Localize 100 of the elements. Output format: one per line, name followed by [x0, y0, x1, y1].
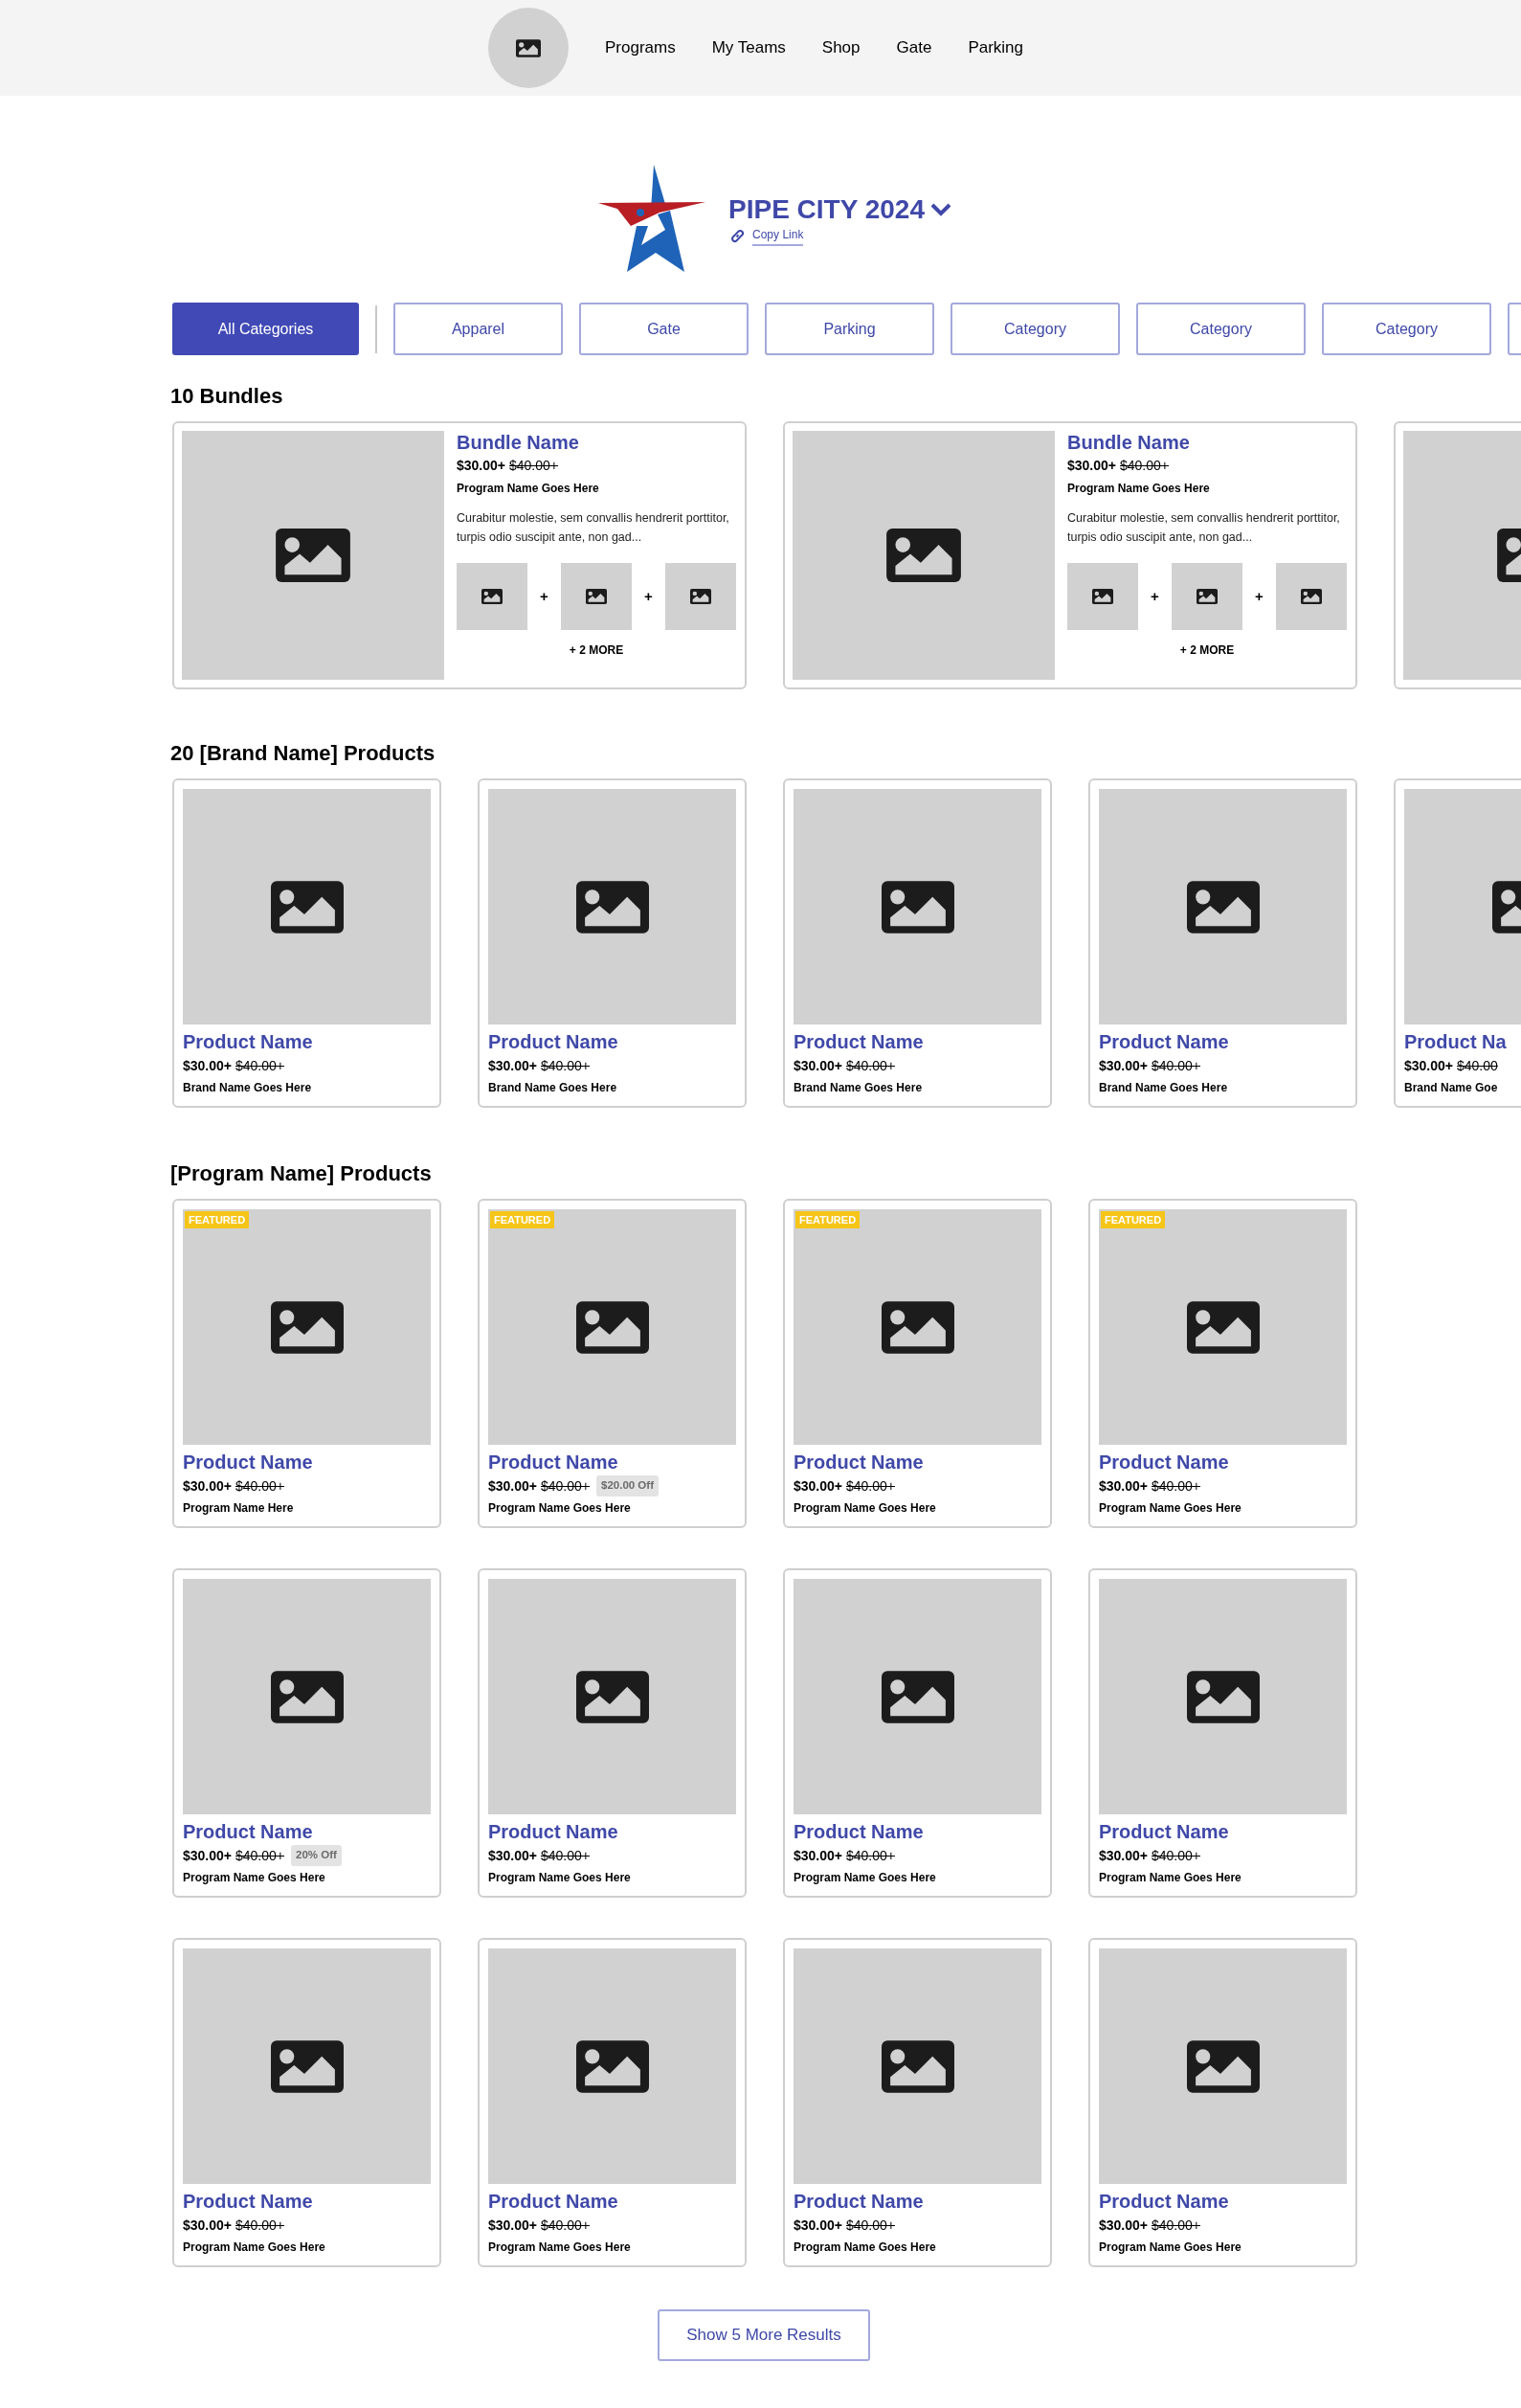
price: $30.00+ — [1099, 1846, 1148, 1865]
category-tab[interactable]: All Categories — [172, 303, 359, 355]
nav-link[interactable]: My Teams — [711, 35, 786, 60]
plus-sign: + — [540, 586, 548, 606]
product-card[interactable]: Product Name $30.00+ $40.00+ Program Name Goes Here — [1088, 1568, 1357, 1898]
product-card[interactable]: FEATURED Product Name $30.00+ $40.00+ Program Name Here — [172, 1199, 441, 1528]
image-icon — [1092, 589, 1113, 604]
program-name: Program Name Goes Here — [1099, 2239, 1242, 2256]
nav-link[interactable]: Shop — [821, 35, 861, 60]
category-tab[interactable]: Apparel — [393, 303, 563, 355]
discount-badge: $20.00 Off — [596, 1475, 659, 1497]
product-card[interactable]: Product Name $30.00+ $40.00+ Brand Name Goes Here — [783, 778, 1052, 1108]
product-card[interactable]: FEATURED Product Name $30.00+ $40.00+ $20.00 Off Program Name Goes Here — [478, 1199, 747, 1528]
bundle-name[interactable]: Bundle Name — [1067, 431, 1347, 454]
product-name[interactable]: Product Name — [794, 1820, 1041, 1843]
image-icon — [881, 2039, 954, 2093]
copy-link[interactable]: Copy Link — [752, 226, 804, 246]
price: $30.00+ — [1404, 1056, 1453, 1075]
category-tab[interactable]: Category — [951, 303, 1120, 355]
product-card[interactable]: Product Name $30.00+ $40.00+ Program Name Goes Here — [478, 1568, 747, 1898]
original-price: $40.00+ — [541, 2216, 590, 2235]
original-price: $40.00+ — [541, 1056, 590, 1075]
original-price: $40.00+ — [1152, 1476, 1200, 1496]
program-name: Brand Name Goes Here — [488, 1080, 618, 1096]
program-name: Program Name Goes Here — [183, 2239, 326, 2256]
product-name[interactable]: Product Name — [488, 1030, 736, 1053]
category-tab[interactable]: Category — [1136, 303, 1306, 355]
nav-link[interactable]: Parking — [968, 35, 1023, 60]
product-card[interactable]: FEATURED Product Name $30.00+ $40.00+ Program Name Goes Here — [783, 1199, 1052, 1528]
featured-badge: FEATURED — [795, 1211, 861, 1228]
image-icon — [886, 529, 961, 582]
program-name: Program Name Here — [183, 1500, 295, 1517]
image-icon — [575, 880, 649, 934]
product-name[interactable]: Product Name — [1099, 1030, 1347, 1053]
original-price: $40.00+ — [846, 2216, 895, 2235]
original-price: $40.00+ — [235, 1476, 284, 1496]
show-more-button[interactable]: Show 5 More Results — [658, 2309, 870, 2361]
product-name[interactable]: Product Name — [183, 1030, 431, 1053]
program-name: Program Name Goes Here — [183, 1870, 326, 1886]
product-card[interactable]: Product Name $30.00+ $40.00+ Brand Name Goes Here — [1088, 778, 1357, 1108]
product-name[interactable]: Product Name — [183, 1820, 431, 1843]
bundle-card[interactable]: Bundle Name $30.00+ $40.00+ Program Name Goes Here Curabitur molestie, sem convallis hendrerit porttitor, turpis odio suscipit ante, non gad... + + + 2 MORE — [783, 421, 1357, 689]
program-name: Program Name Goes Here — [488, 2239, 632, 2256]
original-price: $40.00+ — [235, 1056, 284, 1075]
original-price: $40.00+ — [235, 2216, 284, 2235]
nav-link[interactable]: Gate — [896, 35, 932, 60]
nav-link[interactable]: Programs — [604, 35, 676, 60]
image-icon — [515, 38, 541, 57]
bundle-name[interactable]: Bundle Name — [457, 431, 736, 454]
original-price: $40.00+ — [1152, 1056, 1200, 1075]
price: $30.00+ — [794, 1476, 842, 1496]
image-icon — [1197, 589, 1218, 604]
image-icon — [270, 1670, 344, 1723]
category-tab[interactable]: Gate — [579, 303, 749, 355]
price: $30.00+ — [488, 1846, 537, 1865]
section-heading: 10 Bundles — [170, 383, 284, 410]
event-title: PIPE CITY 2024 — [728, 193, 925, 226]
product-card[interactable]: Product Name $30.00+ $40.00+ Program Name Goes Here — [1088, 1938, 1357, 2267]
product-name[interactable]: Product Name — [1099, 1820, 1347, 1843]
price: $30.00+ — [488, 1056, 537, 1075]
program-name: Program Name Goes Here — [794, 2239, 937, 2256]
price: $30.00+ — [1067, 457, 1116, 475]
product-name[interactable]: Product Name — [183, 2190, 431, 2213]
product-name[interactable]: Product Name — [183, 1451, 431, 1474]
category-tab[interactable]: Parking — [765, 303, 934, 355]
product-name[interactable]: Product Name — [1099, 1451, 1347, 1474]
product-card[interactable]: Product Name $30.00+ $40.00+ Program Name Goes Here — [172, 1938, 441, 2267]
product-name[interactable]: Product Name — [1099, 2190, 1347, 2213]
bundle-card[interactable]: Bundle Name $30.00+ $40.00+ Program Name Goes Here Curabitur molestie, sem convallis hendrerit porttitor, turpis odio suscipit ante, non gad... + + + 2 MORE — [172, 421, 747, 689]
image-icon — [586, 589, 607, 604]
product-name[interactable]: Product Name — [794, 1030, 1041, 1053]
product-card[interactable]: Product Name $30.00+ $40.00+ Program Name Goes Here — [783, 1568, 1052, 1898]
image-icon — [270, 880, 344, 934]
section-heading: 20 [Brand Name] Products — [170, 740, 436, 767]
link-icon — [730, 229, 746, 243]
product-card[interactable]: Product Name $30.00+ $40.00+ Brand Name Goes Here — [172, 778, 441, 1108]
program-name: Program Name Goes Here — [488, 1870, 632, 1886]
price: $30.00+ — [488, 2216, 537, 2235]
program-name: Brand Name Goes Here — [183, 1080, 313, 1096]
product-name[interactable]: Product Name — [488, 1820, 736, 1843]
product-card[interactable]: Product Name $30.00+ $40.00+ Program Name Goes Here — [783, 1938, 1052, 2267]
category-tab[interactable]: Category — [1322, 303, 1491, 355]
product-card[interactable]: FEATURED Product Name $30.00+ $40.00+ Program Name Goes Here — [1088, 1199, 1357, 1528]
image-icon — [1186, 1670, 1260, 1723]
product-card[interactable]: Product Name $30.00+ $40.00+ 20% Off Program Name Goes Here — [172, 1568, 441, 1898]
product-card[interactable]: Product Name $30.00+ $40.00+ Brand Name Goes Here — [478, 778, 747, 1108]
product-card[interactable]: Product Name $30.00+ $40.00+ Program Name Goes Here — [478, 1938, 747, 2267]
product-name[interactable]: Product Name — [488, 1451, 736, 1474]
price: $30.00+ — [1099, 2216, 1148, 2235]
product-name[interactable]: Product Name — [488, 2190, 736, 2213]
program-name: Program Name Goes Here — [794, 1500, 937, 1517]
image-icon — [270, 2039, 344, 2093]
product-name[interactable]: Product Name — [794, 2190, 1041, 2213]
plus-sign: + — [1255, 586, 1264, 606]
product-name[interactable]: Product Name — [794, 1451, 1041, 1474]
product-card[interactable]: Product Na $30.00+ $40.00 Brand Name Goe — [1394, 778, 1521, 1108]
chevron-down-icon[interactable] — [929, 202, 951, 216]
product-name[interactable]: Product Na — [1404, 1030, 1521, 1053]
price: $30.00+ — [183, 1056, 232, 1075]
image-icon — [270, 1300, 344, 1354]
